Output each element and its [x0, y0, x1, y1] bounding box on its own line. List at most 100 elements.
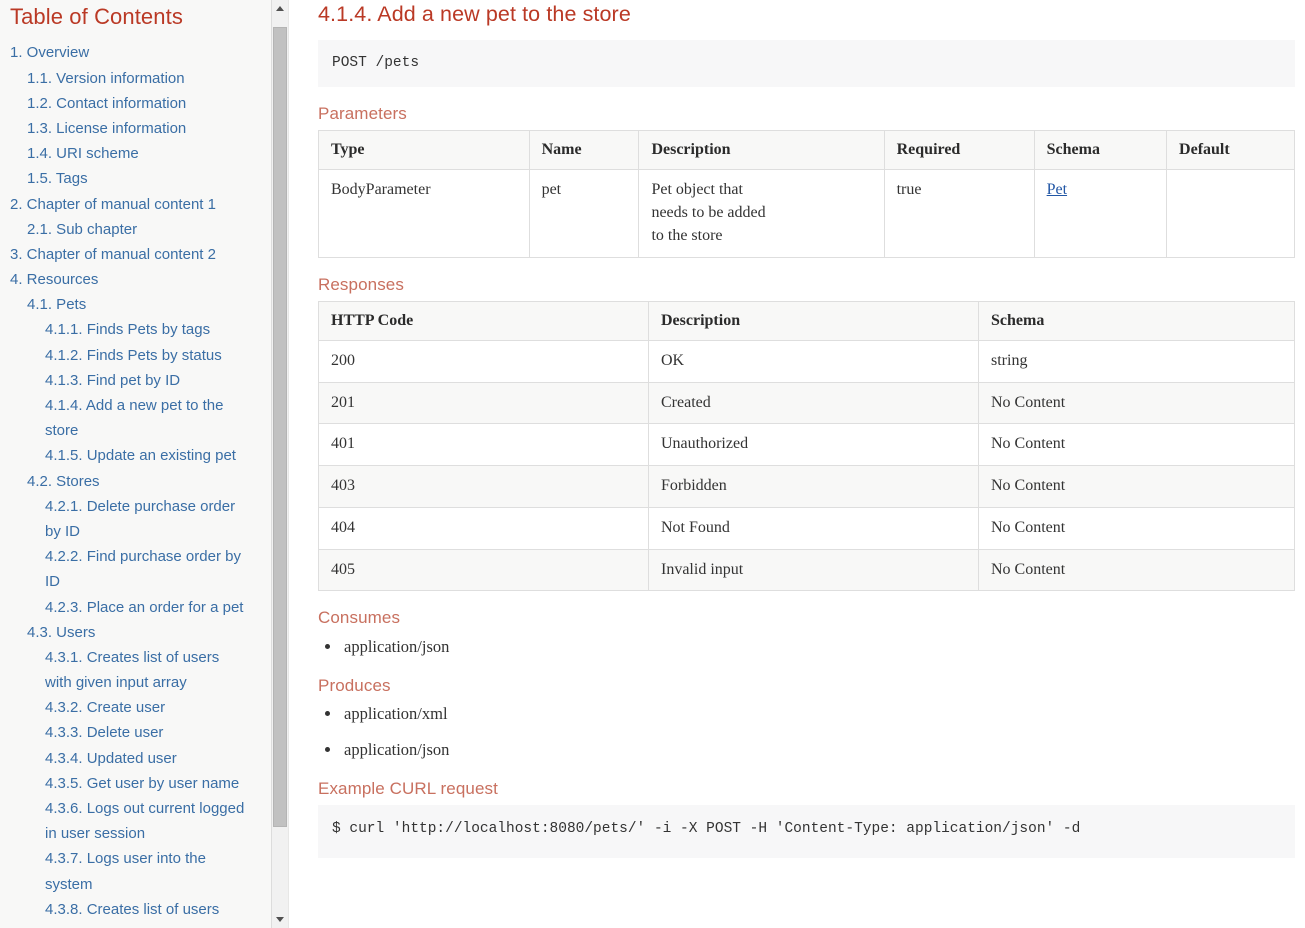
- toc-link-12[interactable]: 4.1.1. Finds Pets by tags: [10, 317, 278, 342]
- param-name: pet: [528, 169, 640, 258]
- parameters-col-header: Type: [318, 130, 530, 171]
- parameters-col-header: Required: [883, 130, 1035, 171]
- toc-link-21[interactable]: 4.3. Users: [10, 620, 278, 645]
- toc-item: 1.2. Contact information: [10, 91, 278, 116]
- toc-item: 4.3.3. Delete user: [10, 720, 278, 745]
- toc-link-24[interactable]: 4.3.3. Delete user: [10, 720, 278, 745]
- table-header-row: HTTP Code Description Schema: [318, 301, 1295, 342]
- toc-item: 4.2.1. Delete purchase order by ID: [10, 494, 278, 544]
- toc-link-2[interactable]: 1.1. Version information: [10, 66, 278, 91]
- curl-heading: Example CURL request: [318, 778, 498, 798]
- chevron-down-icon: [276, 917, 284, 922]
- toc-item: 4.3.1. Creates list of users with given …: [10, 645, 278, 695]
- table-row: 405 Invalid input No Content: [318, 548, 1295, 592]
- scroll-down-button[interactable]: [272, 911, 288, 928]
- responses-col-header: Description: [648, 301, 979, 342]
- consumes-list: application/json: [318, 635, 1295, 659]
- table-row: BodyParameter pet Pet object that needs to…: [318, 169, 1295, 258]
- responses-table-body: 200 OK string 201 Created No Content 401 Unauth…: [318, 340, 1295, 592]
- toc-link-14[interactable]: 4.1.3. Find pet by ID: [10, 368, 278, 393]
- response-schema: No Content: [978, 465, 1295, 508]
- response-description: OK: [648, 340, 979, 383]
- response-description: Created: [648, 381, 979, 425]
- table-row: 201 Created No Content: [318, 381, 1295, 425]
- toc-item: 4.1.3. Find pet by ID: [10, 368, 278, 393]
- response-description: Forbidden: [648, 465, 979, 508]
- produces-item: application/xml: [342, 702, 1295, 726]
- produces-list: application/xml application/json: [318, 702, 1295, 762]
- toc-item: 2. Chapter of manual content 1: [10, 192, 278, 217]
- response-schema: No Content: [978, 548, 1295, 592]
- schema-link[interactable]: Pet: [1047, 181, 1067, 198]
- response-http-code: 201: [318, 381, 649, 425]
- toc-item: 4.3.4. Updated user: [10, 746, 278, 771]
- response-description: Unauthorized: [648, 423, 979, 467]
- table-row: 401 Unauthorized No Content: [318, 423, 1295, 467]
- toc-title: Table of Contents: [10, 4, 183, 29]
- parameters-table-body: BodyParameter pet Pet object that needs to…: [318, 169, 1295, 258]
- table-row: 404 Not Found No Content: [318, 506, 1295, 550]
- toc-link-6[interactable]: 1.5. Tags: [10, 166, 278, 191]
- toc-item: 4.1.1. Finds Pets by tags: [10, 317, 278, 342]
- parameters-table: Type Name Description Required Schema Default…: [318, 130, 1295, 258]
- toc-link-9[interactable]: 3. Chapter of manual content 2: [10, 242, 248, 267]
- table-header-row: Type Name Description Required Schema Default: [318, 130, 1295, 171]
- param-schema: Pet: [1033, 169, 1168, 258]
- toc-link-26[interactable]: 4.3.5. Get user by user name: [10, 771, 278, 796]
- toc-item: 4.3.8. Creates list of users with given …: [10, 897, 278, 928]
- toc-link-7[interactable]: 2. Chapter of manual content 1: [10, 192, 248, 217]
- toc-link-29[interactable]: 4.3.8. Creates list of users with given …: [10, 897, 248, 928]
- toc-link-27[interactable]: 4.3.6. Logs out current logged in user s…: [10, 796, 248, 846]
- toc-link-1[interactable]: 1. Overview: [10, 40, 278, 65]
- toc-link-10[interactable]: 4. Resources: [10, 267, 278, 292]
- toc-link-22[interactable]: 4.3.1. Creates list of users with given …: [10, 645, 248, 695]
- toc-item: 1.5. Tags: [10, 166, 278, 191]
- content-inner: 4.1.4. Add a new pet to the store POST /…: [318, 2, 1295, 858]
- toc-link-20[interactable]: 4.2.3. Place an order for a pet: [10, 595, 248, 620]
- param-description: Pet object that needs to be added to the…: [638, 169, 885, 258]
- response-http-code: 200: [318, 340, 649, 383]
- toc-item: 4.3. Users: [10, 620, 278, 645]
- consumes-item: application/json: [342, 635, 1295, 659]
- toc-link-17[interactable]: 4.2. Stores: [10, 469, 278, 494]
- response-schema: No Content: [978, 506, 1295, 550]
- toc-link-4[interactable]: 1.3. License information: [10, 116, 278, 141]
- toc-link-28[interactable]: 4.3.7. Logs user into the system: [10, 846, 248, 896]
- toc-link-23[interactable]: 4.3.2. Create user: [10, 695, 278, 720]
- toc-item: 4. Resources: [10, 267, 278, 292]
- toc-link-3[interactable]: 1.2. Contact information: [10, 91, 278, 116]
- toc-link-13[interactable]: 4.1.2. Finds Pets by status: [10, 343, 278, 368]
- toc-link-19[interactable]: 4.2.2. Find purchase order by ID: [10, 544, 248, 594]
- parameters-col-header: Default: [1166, 130, 1295, 171]
- toc-link-18[interactable]: 4.2.1. Delete purchase order by ID: [10, 494, 248, 544]
- toc-link-8[interactable]: 2.1. Sub chapter: [10, 217, 278, 242]
- toc-link-15[interactable]: 4.1.4. Add a new pet to the store: [10, 393, 248, 443]
- response-description: Invalid input: [648, 548, 979, 592]
- api-doc-page: Table of Contents 1. Overview 1.1. Versio…: [0, 0, 1305, 928]
- scroll-up-button[interactable]: [272, 0, 288, 17]
- parameters-col-header: Description: [638, 130, 885, 171]
- parameters-col-header: Schema: [1033, 130, 1168, 171]
- toc-scrollbar[interactable]: [271, 0, 288, 928]
- parameters-col-header: Name: [528, 130, 640, 171]
- toc-item: 3. Chapter of manual content 2: [10, 242, 278, 267]
- param-default: [1166, 169, 1295, 258]
- toc-item: 1.4. URI scheme: [10, 141, 278, 166]
- toc-link-11[interactable]: 4.1. Pets: [10, 292, 278, 317]
- toc-link-25[interactable]: 4.3.4. Updated user: [10, 746, 278, 771]
- toc-list: 1. Overview 1.1. Version information 1.2. …: [10, 40, 278, 928]
- responses-col-header: HTTP Code: [318, 301, 649, 342]
- responses-table-head: HTTP Code Description Schema: [318, 301, 1295, 342]
- toc-item: 4.3.6. Logs out current logged in user s…: [10, 796, 278, 846]
- parameters-table-wrap: Type Name Description Required Schema Default…: [318, 130, 1295, 258]
- response-schema: No Content: [978, 381, 1295, 425]
- toc-item: 4.3.2. Create user: [10, 695, 278, 720]
- toc-item: 1. Overview: [10, 40, 278, 65]
- toc-item: 4.3.5. Get user by user name: [10, 771, 278, 796]
- response-http-code: 403: [318, 465, 649, 508]
- toc-link-16[interactable]: 4.1.5. Update an existing pet: [10, 443, 248, 468]
- parameters-heading: Parameters: [318, 104, 407, 124]
- response-http-code: 405: [318, 548, 649, 592]
- toc-link-5[interactable]: 1.4. URI scheme: [10, 141, 278, 166]
- scrollbar-thumb[interactable]: [273, 27, 287, 827]
